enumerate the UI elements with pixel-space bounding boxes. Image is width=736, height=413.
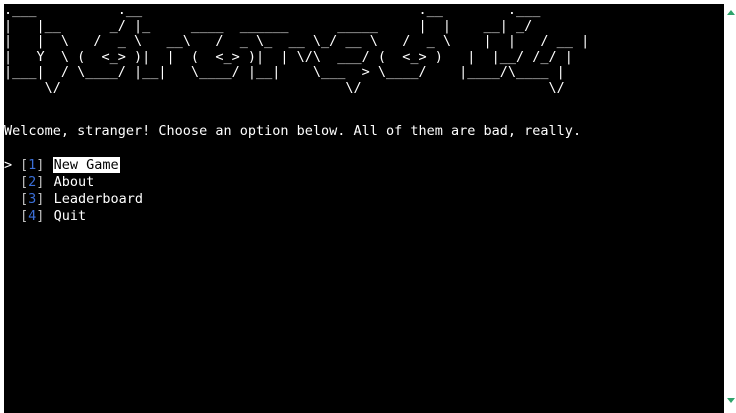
main-menu: > [1] New Game [2] About [3] Leaderboard … (4, 157, 144, 225)
scroll-up-marker-icon[interactable] (727, 10, 735, 15)
menu-item-label[interactable]: Quit (53, 208, 88, 224)
banner-line (4, 97, 589, 113)
menu-item-label[interactable]: About (53, 174, 96, 190)
menu-item-about[interactable]: [2] About (4, 174, 144, 191)
bracket-close: ] (36, 174, 45, 190)
scrollbar[interactable] (724, 4, 736, 413)
bracket-open: [ (20, 208, 29, 224)
ascii-banner: .___ .__ .__ .___ | |__ _/ |_ ____ ______… (4, 4, 589, 112)
terminal-window: .___ .__ .__ .___ | |__ _/ |_ ____ ______… (0, 0, 736, 413)
banner-line: | Y \ ( <_> )| | ( <_> )| | \/\ ___/ ( <… (4, 48, 573, 65)
bracket-open: [ (20, 157, 29, 173)
banner-line: .___ .__ .__ .___ (4, 4, 541, 18)
bracket-open: [ (20, 191, 29, 207)
menu-item-leaderboard[interactable]: [3] Leaderboard (4, 191, 144, 208)
banner-line: | | \ / _ \ __\ / _ \_ __ \_/ __ \ / _ \… (4, 33, 590, 50)
menu-item-new-game[interactable]: > [1] New Game (4, 157, 144, 174)
bracket-close: ] (36, 208, 45, 224)
terminal-screen[interactable]: .___ .__ .__ .___ | |__ _/ |_ ____ ______… (4, 4, 724, 413)
selection-cursor: > (4, 157, 13, 173)
menu-item-label[interactable]: Leaderboard (53, 191, 144, 207)
banner-line: |___| / \____/ |__| \____/ |__| \___ > \… (4, 64, 565, 81)
scroll-down-marker-icon[interactable] (727, 398, 735, 403)
bracket-close: ] (36, 157, 45, 173)
bracket-close: ] (36, 191, 45, 207)
banner-line: \/ \/ \/ (4, 79, 565, 96)
bracket-open: [ (20, 174, 29, 190)
menu-item-label[interactable]: New Game (52, 157, 120, 173)
menu-item-quit[interactable]: [4] Quit (4, 208, 144, 225)
banner-line: | |__ _/ |_ ____ ______ _____ | | __| _/ (4, 17, 533, 34)
welcome-message: Welcome, stranger! Choose an option belo… (4, 123, 582, 139)
